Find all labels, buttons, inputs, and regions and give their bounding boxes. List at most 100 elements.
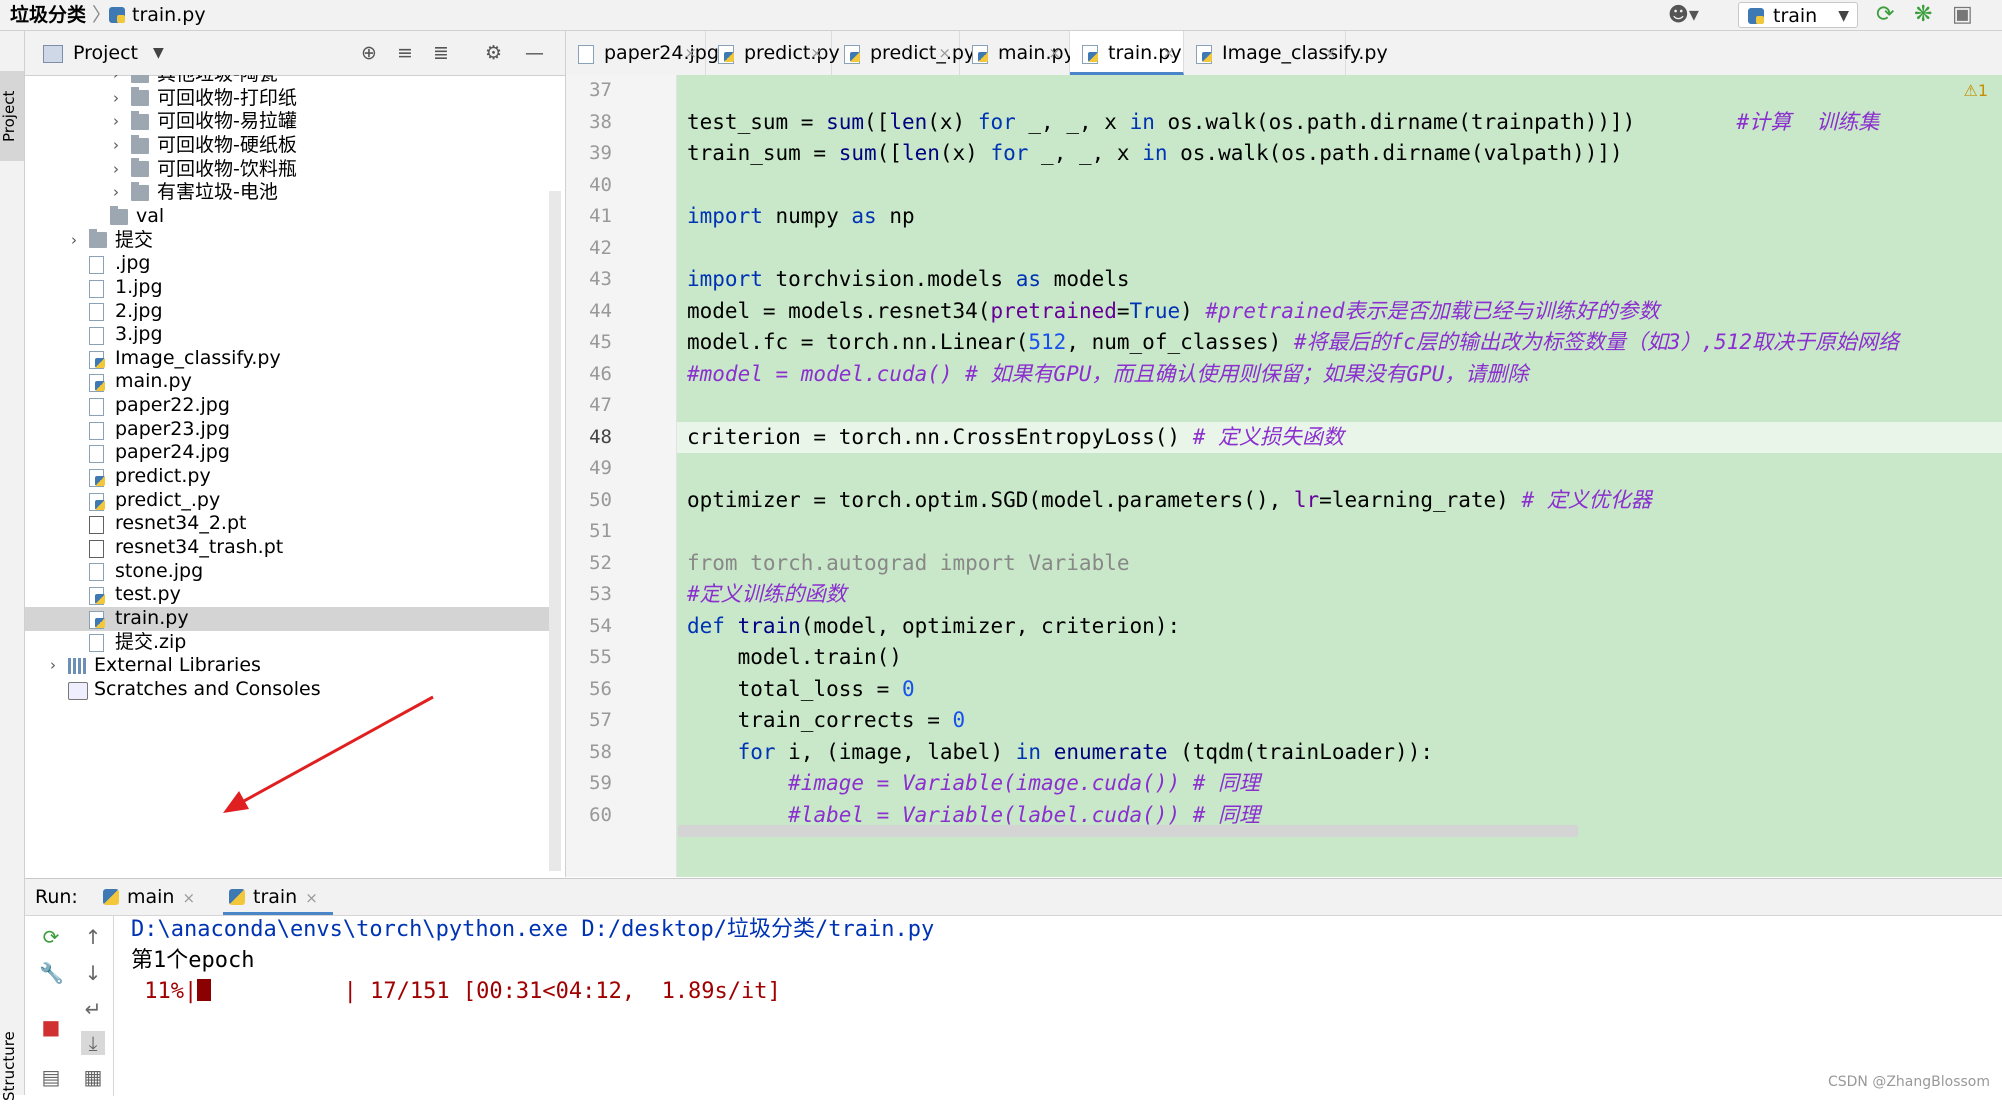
tree-item[interactable]: › 可回收物-易拉罐 xyxy=(25,110,553,134)
tree-item[interactable]: › 可回收物-硬纸板 xyxy=(25,134,553,158)
code-line[interactable]: for i, (image, label) in enumerate (tqdm… xyxy=(677,737,1433,769)
hide-icon[interactable]: — xyxy=(525,31,544,75)
structure-tool-tab[interactable]: Structure xyxy=(0,1021,24,1111)
tree-item[interactable]: paper22.jpg xyxy=(25,394,553,418)
tree-item[interactable]: paper23.jpg xyxy=(25,418,553,442)
run-tab-main[interactable]: main × xyxy=(97,879,207,915)
close-icon[interactable]: × xyxy=(1162,31,1175,75)
close-icon[interactable]: × xyxy=(938,31,951,75)
tree-item[interactable]: stone.jpg xyxy=(25,560,553,584)
tree-item[interactable]: test.py xyxy=(25,583,553,607)
code-line[interactable] xyxy=(677,233,687,265)
tree-item[interactable]: train.py xyxy=(25,606,553,631)
chevron-right-icon[interactable]: › xyxy=(109,134,123,158)
tree-item[interactable]: 提交.zip xyxy=(25,631,553,655)
tree-item[interactable]: main.py xyxy=(25,370,553,394)
code-line[interactable]: def train(model, optimizer, criterion): xyxy=(677,611,1180,643)
breadcrumb-file[interactable]: train.py xyxy=(132,0,206,30)
code-line[interactable]: from torch.autograd import Variable xyxy=(677,548,1130,580)
code-line[interactable]: optimizer = torch.optim.SGD(model.parame… xyxy=(677,485,1652,517)
chevron-right-icon[interactable]: › xyxy=(109,75,123,87)
close-icon[interactable]: × xyxy=(182,889,195,907)
code-line[interactable]: #image = Variable(image.cuda()) # 同理 xyxy=(677,768,1260,800)
tab-paper24-jpg[interactable]: paper24.jpg × xyxy=(566,31,719,75)
tree-item[interactable]: › 可回收物-打印纸 xyxy=(25,87,553,111)
tree-item[interactable]: › 提交 xyxy=(25,229,553,253)
code-line[interactable]: #定义训练的函数 xyxy=(677,579,847,611)
tree-item[interactable]: resnet34_2.pt xyxy=(25,512,553,536)
tree-item[interactable]: paper24.jpg xyxy=(25,441,553,465)
code-line[interactable] xyxy=(677,75,687,107)
locate-icon[interactable]: ⊕ xyxy=(361,31,377,75)
code-line[interactable]: import torchvision.models as models xyxy=(677,264,1130,296)
chevron-right-icon[interactable]: › xyxy=(109,181,123,205)
code-area[interactable]: test_sum = sum([len(x) for _, _, x in os… xyxy=(677,75,2002,877)
stop-icon[interactable]: ■ xyxy=(39,1015,63,1039)
code-line[interactable]: total_loss = 0 xyxy=(677,674,915,706)
code-line[interactable]: train_corrects = 0 xyxy=(677,705,966,737)
rerun-icon[interactable]: ⟳ xyxy=(39,925,63,949)
close-icon[interactable]: × xyxy=(305,889,318,907)
close-icon[interactable]: × xyxy=(810,31,823,75)
layout-icon[interactable]: ▤ xyxy=(39,1065,63,1089)
code-line[interactable]: model.train() xyxy=(677,642,902,674)
tree-item[interactable]: 3.jpg xyxy=(25,323,553,347)
tree-item[interactable]: predict_.py xyxy=(25,489,553,513)
run-configuration-select[interactable]: train ▼ xyxy=(1738,2,1858,28)
code-line[interactable]: train_sum = sum([len(x) for _, _, x in o… xyxy=(677,138,1623,170)
horizontal-scrollbar[interactable] xyxy=(678,825,1578,837)
chevron-down-icon[interactable]: ▼ xyxy=(153,31,164,75)
close-icon[interactable]: × xyxy=(1048,31,1061,75)
code-line[interactable]: criterion = torch.nn.CrossEntropyLoss() … xyxy=(677,421,2002,453)
code-line[interactable] xyxy=(677,390,687,422)
run-tab-train[interactable]: train × xyxy=(223,879,333,915)
breadcrumb-project[interactable]: 垃圾分类 xyxy=(10,0,86,30)
tree-item[interactable]: predict.py xyxy=(25,465,553,489)
chevron-right-icon[interactable]: › xyxy=(46,654,60,678)
tree-scrollbar[interactable] xyxy=(549,191,561,871)
tree-item[interactable]: val xyxy=(25,205,553,229)
tree-item[interactable]: resnet34_trash.pt xyxy=(25,536,553,560)
print-icon[interactable]: ▦ xyxy=(81,1065,105,1089)
close-icon[interactable]: × xyxy=(1324,31,1337,75)
coverage-icon[interactable]: ▣ xyxy=(1952,2,1973,28)
project-panel-title[interactable]: Project xyxy=(73,31,138,75)
chevron-right-icon[interactable]: › xyxy=(109,110,123,134)
user-icon[interactable]: ☻▾ xyxy=(1668,2,1699,28)
tree-item[interactable]: › External Libraries xyxy=(25,654,553,678)
debug-icon[interactable]: ❋ xyxy=(1914,2,1932,28)
tab-predict-py[interactable]: predict_.py × xyxy=(832,31,975,75)
collapse-all-icon[interactable]: ≣ xyxy=(433,31,449,75)
gear-icon[interactable]: ⚙ xyxy=(485,31,502,75)
project-tool-tab[interactable]: Project xyxy=(0,71,24,161)
tree-item[interactable]: 2.jpg xyxy=(25,300,553,324)
arrow-down-icon[interactable]: ↓ xyxy=(81,961,105,985)
code-line[interactable] xyxy=(677,453,687,485)
wrench-icon[interactable]: 🔧 xyxy=(39,961,64,985)
close-icon[interactable]: × xyxy=(684,31,697,75)
warning-indicator[interactable]: ⚠1 xyxy=(1963,81,1988,100)
code-line[interactable] xyxy=(677,516,687,548)
arrow-up-icon[interactable]: ↑ xyxy=(81,925,105,949)
tree-item[interactable]: .jpg xyxy=(25,252,553,276)
tab-image-classify-py[interactable]: Image_classify.py × xyxy=(1184,31,1388,75)
chevron-right-icon[interactable]: › xyxy=(109,158,123,182)
tree-item[interactable]: › 可回收物-饮料瓶 xyxy=(25,158,553,182)
code-line[interactable]: model.fc = torch.nn.Linear(512, num_of_c… xyxy=(677,327,1899,359)
code-line[interactable]: test_sum = sum([len(x) for _, _, x in os… xyxy=(677,107,1879,139)
tab-predict-py[interactable]: predict.py × xyxy=(706,31,840,75)
soft-wrap-icon[interactable]: ↵ xyxy=(81,997,105,1021)
tree-item[interactable]: 1.jpg xyxy=(25,276,553,300)
chevron-right-icon[interactable]: › xyxy=(109,87,123,111)
code-line[interactable] xyxy=(677,170,687,202)
code-line[interactable]: #model = model.cuda() # 如果有GPU，而且确认使用则保留… xyxy=(677,359,1528,391)
rerun-icon[interactable]: ⟳ xyxy=(1876,2,1894,28)
tab-train-py[interactable]: train.py × xyxy=(1070,31,1184,75)
tree-item[interactable]: › 有害垃圾-电池 xyxy=(25,181,553,205)
console-output[interactable]: D:\anaconda\envs\torch\python.exe D:/des… xyxy=(131,915,1991,1096)
tree-item[interactable]: › 其他垃圾-陶瓷 xyxy=(25,75,553,87)
code-line[interactable]: model = models.resnet34(pretrained=True)… xyxy=(677,296,1659,328)
scroll-to-end-icon[interactable]: ⤓ xyxy=(81,1031,105,1055)
chevron-right-icon[interactable]: › xyxy=(67,229,81,253)
expand-all-icon[interactable]: ≡ xyxy=(397,31,413,75)
